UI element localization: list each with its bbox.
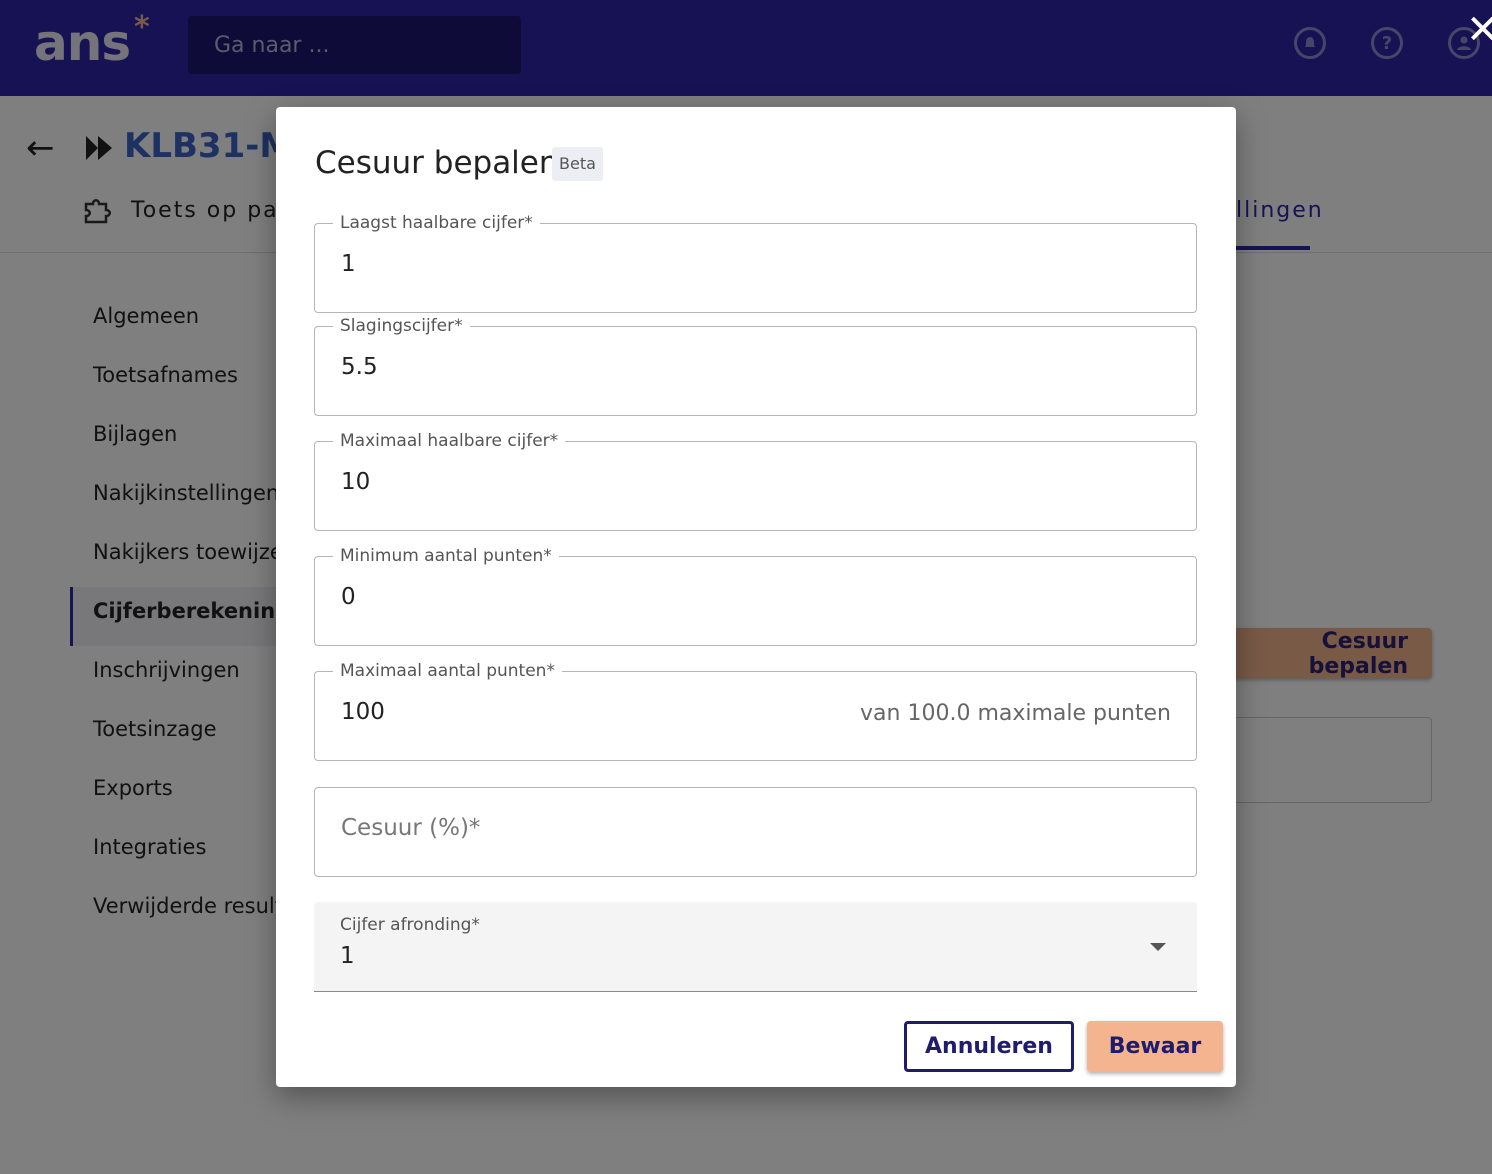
cesuur-placeholder[interactable]: Cesuur (%)* xyxy=(341,815,841,841)
field-value[interactable]: 100 xyxy=(341,699,841,725)
chevron-down-icon[interactable] xyxy=(1150,943,1166,951)
laagst-haalbare-cijfer-field[interactable]: Laagst haalbare cijfer* 1 xyxy=(314,212,1197,313)
field-value[interactable]: 10 xyxy=(341,469,841,495)
field-label: Laagst haalbare cijfer* xyxy=(333,212,540,234)
field-label: Maximaal haalbare cijfer* xyxy=(333,430,566,452)
cesuur-percentage-field[interactable]: Cesuur (%)* xyxy=(314,787,1197,877)
field-label: Maximaal aantal punten* xyxy=(333,660,562,682)
field-label: Minimum aantal punten* xyxy=(333,545,559,567)
dialog-title: Cesuur bepalen xyxy=(315,145,559,181)
slagingscijfer-field[interactable]: Slagingscijfer* 5.5 xyxy=(314,315,1197,416)
field-value[interactable]: 5.5 xyxy=(341,354,841,380)
select-value: 1 xyxy=(340,943,355,969)
maximaal-aantal-punten-field[interactable]: Maximaal aantal punten* 100 van 100.0 ma… xyxy=(314,660,1197,761)
close-icon[interactable]: ✕ xyxy=(1466,10,1492,50)
select-label: Cijfer afronding* xyxy=(340,915,480,935)
save-button[interactable]: Bewaar xyxy=(1087,1021,1223,1072)
field-value[interactable]: 1 xyxy=(341,251,841,277)
maximaal-haalbare-cijfer-field[interactable]: Maximaal haalbare cijfer* 10 xyxy=(314,430,1197,531)
field-label: Slagingscijfer* xyxy=(333,315,470,337)
field-value[interactable]: 0 xyxy=(341,584,841,610)
beta-badge: Beta xyxy=(552,147,603,181)
cesuur-dialog: Cesuur bepalen Beta Laagst haalbare cijf… xyxy=(276,107,1236,1087)
minimum-aantal-punten-field[interactable]: Minimum aantal punten* 0 xyxy=(314,545,1197,646)
cijfer-afronding-select[interactable]: Cijfer afronding* 1 xyxy=(314,902,1197,992)
cancel-button[interactable]: Annuleren xyxy=(904,1021,1074,1072)
field-suffix: van 100.0 maximale punten xyxy=(860,701,1171,726)
